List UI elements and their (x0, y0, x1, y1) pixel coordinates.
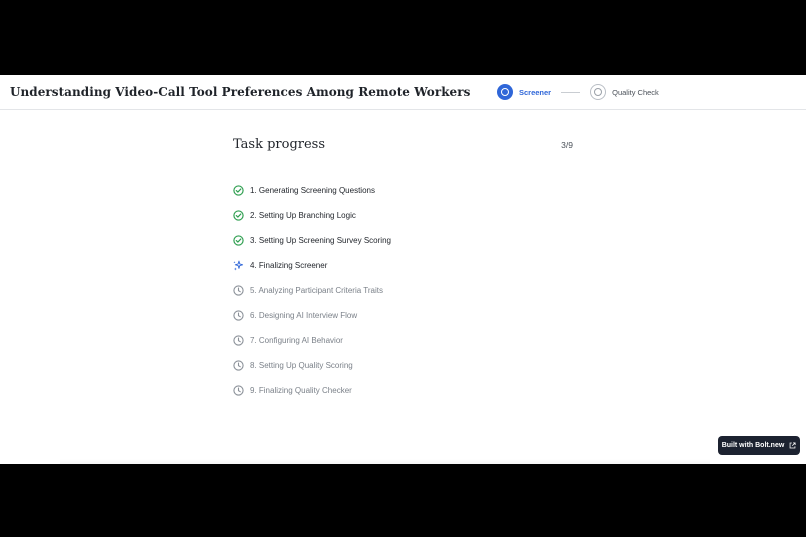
task-item-1: 1. Generating Screening Questions (233, 178, 391, 203)
task-label: 5. Analyzing Participant Criteria Traits (250, 286, 383, 295)
header-bar: Understanding Video-Call Tool Preference… (0, 75, 806, 110)
task-label: 2. Setting Up Branching Logic (250, 211, 356, 220)
task-label: 7. Configuring AI Behavior (250, 336, 343, 345)
task-progress-title: Task progress (233, 137, 326, 152)
task-item-4: 4. Finalizing Screener (233, 253, 391, 278)
task-progress-count: 3/9 (561, 140, 573, 150)
external-link-icon (789, 442, 796, 449)
step-screener-indicator[interactable] (497, 84, 513, 100)
page-title: Understanding Video-Call Tool Preference… (10, 85, 471, 99)
task-item-9: 9. Finalizing Quality Checker (233, 378, 391, 403)
task-label: 4. Finalizing Screener (250, 261, 328, 270)
task-item-2: 2. Setting Up Branching Logic (233, 203, 391, 228)
clock-icon (233, 285, 244, 296)
task-label: 8. Setting Up Quality Scoring (250, 361, 353, 370)
built-with-bolt-link[interactable]: Built with Bolt.new (718, 436, 800, 455)
step-screener-label[interactable]: Screener (519, 88, 551, 97)
task-item-6: 6. Designing AI Interview Flow (233, 303, 391, 328)
step-quality-check-indicator[interactable] (590, 84, 607, 100)
clock-icon (233, 360, 244, 371)
stepper: Screener Quality Check (497, 83, 659, 101)
task-list: 1. Generating Screening Questions 2. Set… (233, 178, 391, 403)
clock-icon (233, 310, 244, 321)
task-label: 3. Setting Up Screening Survey Scoring (250, 236, 391, 245)
sparkles-icon (233, 260, 244, 271)
task-item-8: 8. Setting Up Quality Scoring (233, 353, 391, 378)
task-item-7: 7. Configuring AI Behavior (233, 328, 391, 353)
clock-icon (233, 385, 244, 396)
step-connector (561, 91, 581, 93)
letterbox-bottom (0, 464, 806, 537)
task-label: 9. Finalizing Quality Checker (250, 386, 352, 395)
task-label: 6. Designing AI Interview Flow (250, 311, 358, 320)
check-circle-icon (233, 210, 244, 221)
app-window: Understanding Video-Call Tool Preference… (0, 75, 806, 464)
built-with-bolt-label: Built with Bolt.new (721, 442, 785, 449)
check-circle-icon (233, 235, 244, 246)
check-circle-icon (233, 185, 244, 196)
clock-icon (233, 335, 244, 346)
task-item-5: 5. Analyzing Participant Criteria Traits (233, 278, 391, 303)
step-quality-check-label[interactable]: Quality Check (612, 88, 659, 97)
letterbox-top (0, 0, 806, 75)
task-label: 1. Generating Screening Questions (250, 186, 375, 195)
task-item-3: 3. Setting Up Screening Survey Scoring (233, 228, 391, 253)
